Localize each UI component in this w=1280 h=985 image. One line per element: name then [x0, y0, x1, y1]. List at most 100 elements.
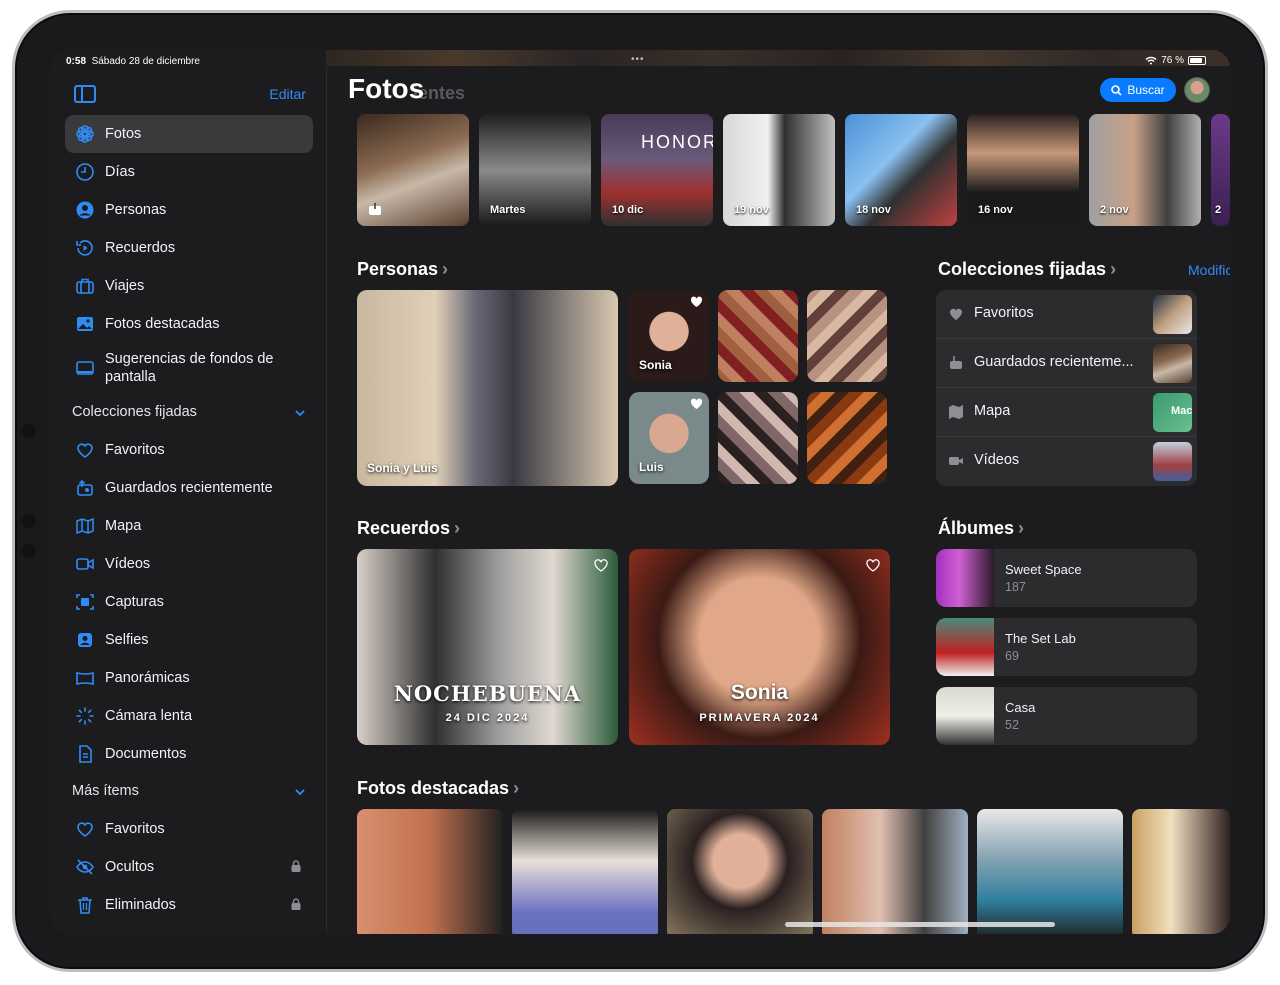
sidebar-item-label: Favoritos [105, 442, 165, 458]
sidebar-item-viajes[interactable]: Viajes [65, 267, 313, 305]
memory-card-nochebuena[interactable]: NOCHEBUENA 24 DIC 2024 [357, 549, 618, 745]
person-card[interactable] [807, 392, 887, 484]
pinned-row-mapa[interactable]: Mapa Mac [936, 388, 1197, 437]
person-card-luis[interactable]: Luis [629, 392, 709, 484]
featured-photo[interactable] [1132, 809, 1230, 934]
album-name: The Set Lab [1005, 631, 1076, 646]
people-section-title[interactable]: Personas › [357, 259, 448, 280]
sidebar-item-ocultos[interactable]: Ocultos [65, 848, 313, 886]
modify-button[interactable]: Modificar [1188, 262, 1230, 278]
pinned-section-title[interactable]: Colecciones fijadas › [938, 259, 1116, 280]
map-icon [949, 405, 963, 419]
sidebar-item-camara-lenta[interactable]: Cámara lenta [65, 697, 313, 735]
clock-icon [74, 161, 96, 183]
sidebar-item-label: Mapa [105, 518, 142, 534]
lock-icon [291, 860, 301, 872]
thumb-caption: Martes [490, 204, 526, 216]
more-items-header[interactable]: Más ítems [72, 783, 139, 799]
chevron-down-icon[interactable] [294, 786, 306, 798]
sidebar-item-label: Guardados recientemente [105, 480, 273, 496]
saved-icon [950, 356, 962, 369]
album-thumb [936, 549, 994, 607]
sidebar-item-sugerencias[interactable]: Sugerencias de fondos de pantalla [65, 346, 313, 390]
sidebar-item-label: Capturas [105, 594, 164, 610]
people-main-card[interactable]: Sonia y Luis [357, 290, 618, 486]
recent-thumb[interactable]: HONOR 10 dic [601, 114, 713, 226]
pinned-row-guardados[interactable]: Guardados recienteme... [936, 339, 1197, 388]
memory-title: NOCHEBUENA [393, 681, 582, 706]
person-card[interactable] [718, 290, 798, 382]
albums-section-title[interactable]: Álbumes › [938, 518, 1024, 539]
sidebar-item-dias[interactable]: Días [65, 153, 313, 191]
person-card[interactable] [807, 290, 887, 382]
featured-photo[interactable] [822, 809, 968, 934]
sidebar-item-documentos[interactable]: Documentos [65, 735, 313, 773]
memory-title: Sonia [730, 681, 789, 704]
heart-icon[interactable] [690, 296, 703, 308]
page-title: Fotos [348, 73, 425, 104]
heart-icon[interactable] [866, 559, 880, 572]
featured-photo[interactable] [512, 809, 658, 934]
sidebar-item-selfies[interactable]: Selfies [65, 621, 313, 659]
recent-thumb[interactable]: 19 nov [723, 114, 835, 226]
pinned-row-videos[interactable]: Vídeos [936, 437, 1197, 486]
featured-photo[interactable] [667, 809, 813, 934]
map-thumb-label: Mac [1171, 405, 1192, 417]
featured-photo[interactable] [357, 809, 503, 934]
heart-icon[interactable] [690, 398, 703, 410]
sidebar-item-mapa[interactable]: Mapa [65, 507, 313, 545]
album-name: Sweet Space [1005, 562, 1082, 577]
thumb-caption: 10 dic [612, 204, 644, 216]
chevron-down-icon[interactable] [294, 407, 306, 419]
recent-thumb[interactable]: 2 [1211, 114, 1230, 226]
multitasking-dots[interactable]: ••• [631, 54, 645, 65]
person-name: Luis [639, 460, 664, 474]
sidebar-item-panoramicas[interactable]: Panorámicas [65, 659, 313, 697]
sidebar-item-favoritos-more[interactable]: Favoritos [65, 810, 313, 848]
sidebar-toggle-icon[interactable] [74, 85, 96, 103]
memories-section-title[interactable]: Recuerdos › [357, 518, 460, 539]
sidebar-item-fotos[interactable]: Fotos [65, 115, 313, 153]
sidebar-item-label: Personas [105, 202, 167, 218]
trash-icon [74, 894, 96, 916]
pinned-collections-card: Favoritos Guardados recienteme... Mapa M… [936, 290, 1197, 486]
heart-icon[interactable] [594, 559, 608, 572]
sidebar-item-label: Viajes [105, 278, 145, 294]
recent-thumb[interactable]: 18 nov [845, 114, 957, 226]
sidebar-item-label: Ocultos [105, 859, 155, 875]
sidebar-item-label: Fotos [105, 126, 142, 142]
memory-card-sonia[interactable]: Sonia PRIMAVERA 2024 [629, 549, 890, 745]
featured-photo[interactable] [977, 809, 1123, 934]
recent-thumb[interactable]: 16 nov [967, 114, 1079, 226]
sidebar-item-label: Recuerdos [105, 240, 176, 256]
sidebar-item-guardados[interactable]: Guardados recientemente [65, 469, 313, 507]
sidebar-item-personas[interactable]: Personas [65, 191, 313, 229]
people-main-caption: Sonia y Luis [367, 461, 438, 475]
pinned-collections-header[interactable]: Colecciones fijadas [72, 404, 197, 420]
sidebar-item-label: Panorámicas [105, 670, 190, 686]
sidebar-item-capturas[interactable]: Capturas [65, 583, 313, 621]
home-indicator[interactable] [785, 922, 1055, 927]
pinned-row-label: Vídeos [974, 452, 1020, 468]
person-card[interactable] [718, 392, 798, 484]
panorama-icon [74, 667, 96, 689]
sidebar-item-videos[interactable]: Vídeos [65, 545, 313, 583]
featured-section-title[interactable]: Fotos destacadas › [357, 778, 519, 799]
sidebar-item-recuerdos[interactable]: Recuerdos [65, 229, 313, 267]
avatar[interactable] [1184, 77, 1210, 103]
recent-thumb[interactable] [357, 114, 469, 226]
sidebar-item-fotos-destacadas[interactable]: Fotos destacadas [65, 305, 313, 343]
person-card-sonia[interactable]: Sonia [629, 290, 709, 382]
thumb-caption: 2 [1215, 204, 1222, 216]
sidebar-item-eliminados[interactable]: Eliminados [65, 886, 313, 924]
album-sweet-space[interactable]: Sweet Space 187 [936, 549, 1197, 607]
recent-thumb[interactable]: 2 nov [1089, 114, 1201, 226]
edit-button[interactable]: Editar [269, 86, 306, 102]
pinned-row-favoritos[interactable]: Favoritos [936, 290, 1197, 339]
album-the-set-lab[interactable]: The Set Lab 69 [936, 618, 1197, 676]
sidebar-item-favoritos[interactable]: Favoritos [65, 431, 313, 469]
recent-thumb[interactable]: Martes [479, 114, 591, 226]
search-button[interactable]: Buscar [1100, 78, 1176, 102]
wallpaper-icon [74, 357, 96, 379]
album-casa[interactable]: Casa 52 [936, 687, 1197, 745]
